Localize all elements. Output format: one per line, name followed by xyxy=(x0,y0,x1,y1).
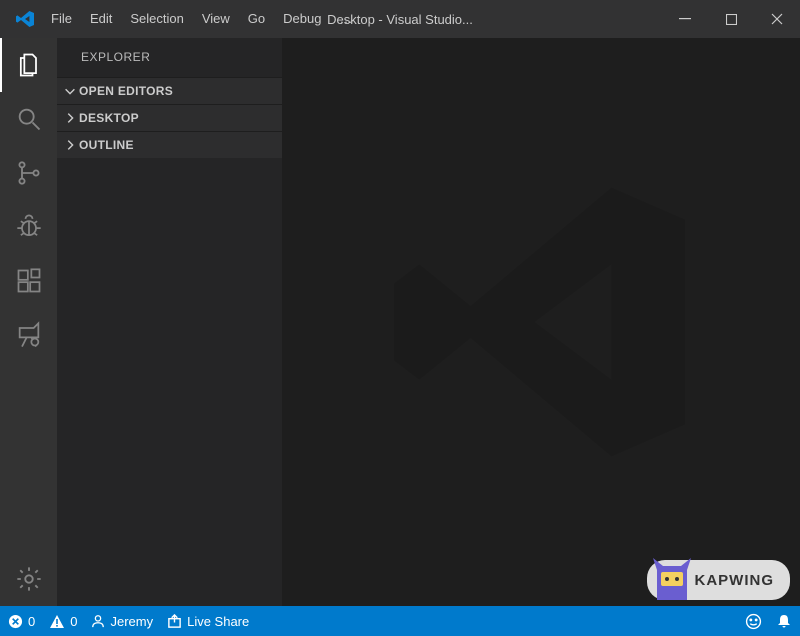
user-name: Jeremy xyxy=(110,614,153,629)
search-icon xyxy=(15,105,43,133)
extensions-icon xyxy=(15,267,43,295)
share-icon xyxy=(167,614,182,629)
menu-view[interactable]: View xyxy=(193,0,239,38)
person-icon xyxy=(91,614,105,628)
activity-search[interactable] xyxy=(0,92,57,146)
activity-bar xyxy=(0,38,57,606)
section-label: OUTLINE xyxy=(79,138,134,152)
chevron-right-icon xyxy=(61,111,79,125)
kapwing-watermark: KAPWING xyxy=(647,560,791,600)
activity-debug[interactable] xyxy=(0,200,57,254)
gear-icon xyxy=(15,565,43,593)
activity-live-share[interactable] xyxy=(0,308,57,362)
live-share-icon xyxy=(15,321,43,349)
bell-icon[interactable] xyxy=(776,613,792,629)
menu-selection[interactable]: Selection xyxy=(121,0,192,38)
close-button[interactable] xyxy=(754,0,800,38)
error-count: 0 xyxy=(28,614,35,629)
kapwing-label: KAPWING xyxy=(695,572,775,589)
activity-explorer[interactable] xyxy=(0,38,57,92)
vscode-watermark-icon xyxy=(381,162,701,482)
editor-area[interactable] xyxy=(282,38,800,606)
status-bar: 0 0 Jeremy Live Share xyxy=(0,606,800,636)
menu-file[interactable]: File xyxy=(42,0,81,38)
activity-extensions[interactable] xyxy=(0,254,57,308)
vscode-app-icon xyxy=(8,9,42,29)
source-control-icon xyxy=(15,159,43,187)
section-open-editors[interactable]: OPEN EDITORS xyxy=(57,77,282,104)
section-desktop[interactable]: DESKTOP xyxy=(57,104,282,131)
menu-debug[interactable]: Debug xyxy=(274,0,330,38)
section-outline[interactable]: OUTLINE xyxy=(57,131,282,158)
title-bar: File Edit Selection View Go Debug … Desk… xyxy=(0,0,800,38)
warning-icon xyxy=(49,614,65,629)
chevron-right-icon xyxy=(61,138,79,152)
error-icon xyxy=(8,614,23,629)
bug-icon xyxy=(15,213,43,241)
menu-bar: File Edit Selection View Go Debug … xyxy=(42,0,361,38)
menu-go[interactable]: Go xyxy=(239,0,274,38)
warning-count: 0 xyxy=(70,614,77,629)
window-title: Desktop - Visual Studio... xyxy=(327,12,473,27)
minimize-button[interactable] xyxy=(662,0,708,38)
activity-source-control[interactable] xyxy=(0,146,57,200)
files-icon xyxy=(15,51,43,79)
menu-edit[interactable]: Edit xyxy=(81,0,121,38)
status-errors[interactable]: 0 xyxy=(8,614,35,629)
status-warnings[interactable]: 0 xyxy=(49,614,77,629)
sidebar-title: EXPLORER xyxy=(57,38,282,77)
status-live-share[interactable]: Live Share xyxy=(167,614,249,629)
maximize-button[interactable] xyxy=(708,0,754,38)
main-area: EXPLORER OPEN EDITORS DESKTOP OUTLINE xyxy=(0,38,800,606)
explorer-sidebar: EXPLORER OPEN EDITORS DESKTOP OUTLINE xyxy=(57,38,282,606)
window-controls xyxy=(662,0,800,38)
section-label: DESKTOP xyxy=(79,111,139,125)
feedback-smile-icon[interactable] xyxy=(745,613,762,630)
section-label: OPEN EDITORS xyxy=(79,84,173,98)
live-share-label: Live Share xyxy=(187,614,249,629)
status-user[interactable]: Jeremy xyxy=(91,614,153,629)
chevron-down-icon xyxy=(61,84,79,98)
activity-settings[interactable] xyxy=(0,552,57,606)
kapwing-cat-icon xyxy=(651,556,693,600)
